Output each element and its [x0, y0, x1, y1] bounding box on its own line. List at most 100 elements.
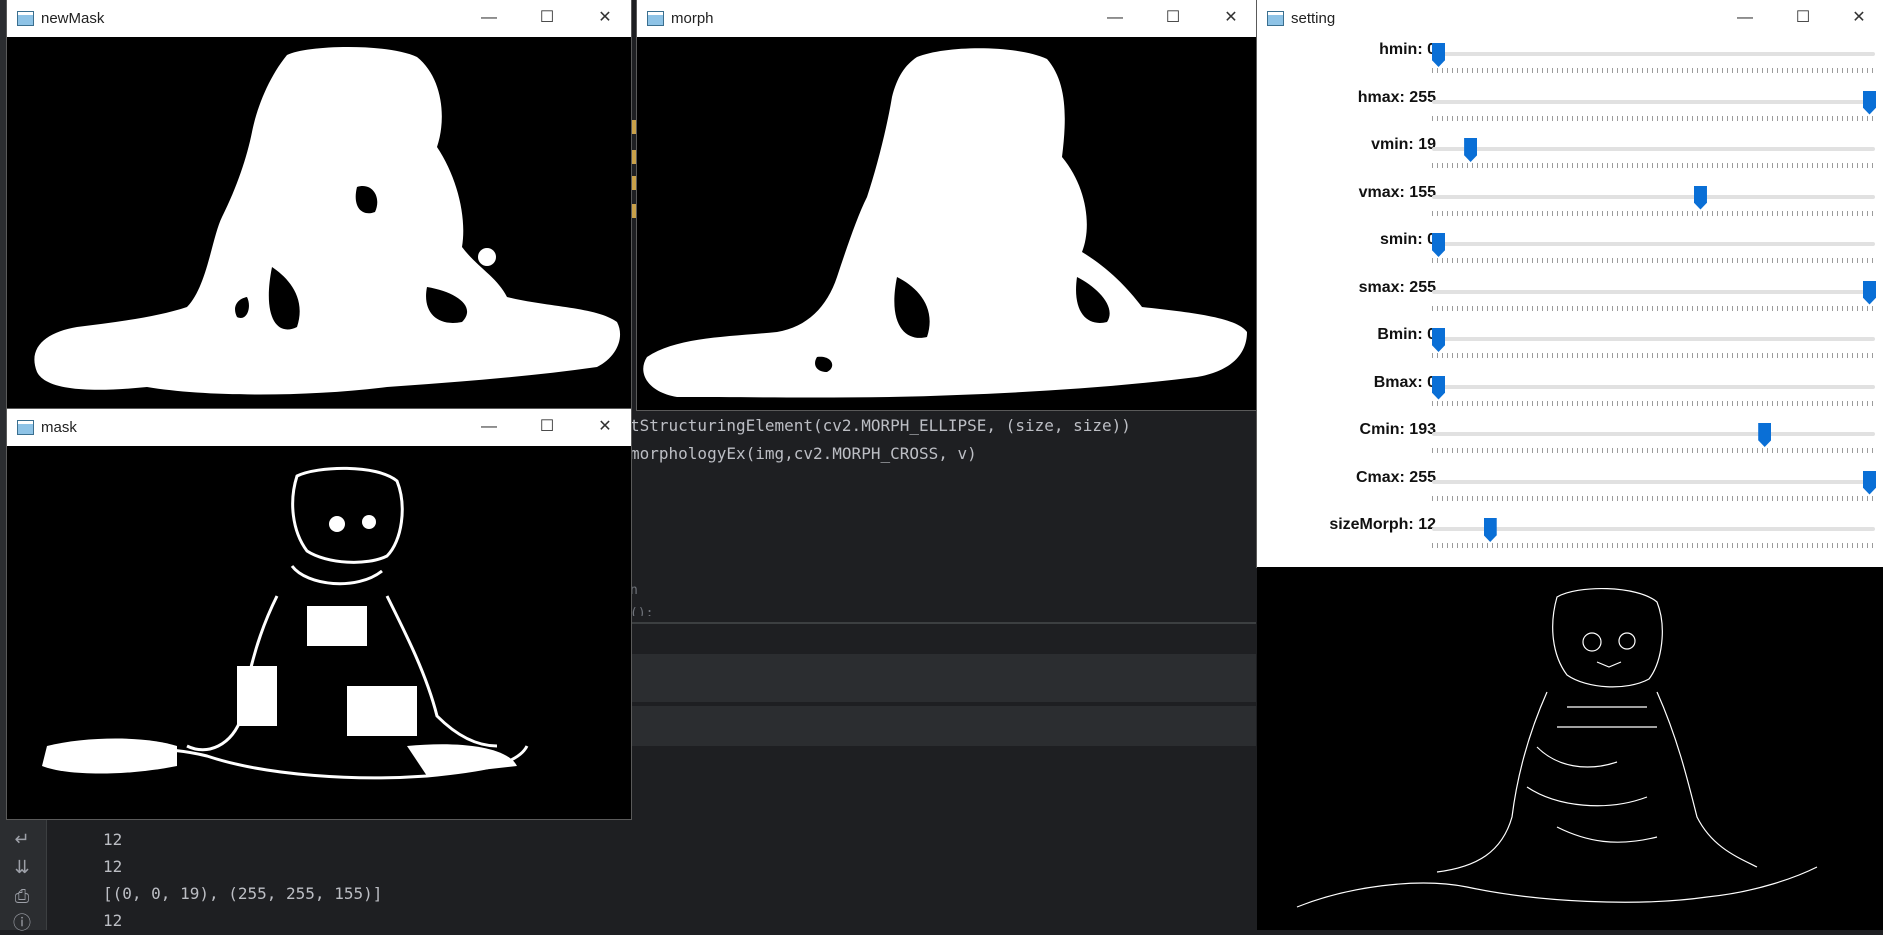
title-bar[interactable]: mask — ☐ ✕ — [7, 409, 631, 446]
app-icon — [17, 420, 34, 435]
title-bar[interactable]: newMask — ☐ ✕ — [7, 0, 631, 37]
trackbar-row: Cmax: 255 — [1257, 465, 1883, 512]
trackbar-label: hmax: 255 — [1357, 88, 1436, 106]
trackbar-row: Bmin: 0 — [1257, 322, 1883, 369]
window-title: newMask — [41, 10, 105, 27]
gutter-marker — [632, 176, 636, 190]
window-title: setting — [1291, 10, 1336, 27]
image-canvas — [7, 446, 631, 819]
trackbar-row: smax: 255 — [1257, 275, 1883, 322]
cat-morph-image — [643, 48, 1247, 398]
trackbar-thumb[interactable] — [1432, 233, 1445, 257]
trackbar-label: sizeMorph: 12 — [1329, 516, 1436, 533]
trackbar-thumb[interactable] — [1863, 90, 1876, 115]
print-icon[interactable]: ⎙ — [10, 885, 34, 907]
trackbar-label: vmin: 19 — [1371, 136, 1436, 153]
code-line[interactable]: tStructuringElement(cv2.MORPH_ELLIPSE, (… — [630, 416, 1131, 435]
code-line[interactable]: (): — [630, 606, 653, 616]
trackbar-ticks — [1432, 543, 1875, 548]
close-icon[interactable]: ✕ — [591, 6, 619, 30]
trackbar-row: vmax: 155 — [1257, 180, 1883, 227]
console-output-line: 12 — [103, 830, 123, 849]
trackbar-ticks — [1432, 305, 1875, 311]
trackbar-track[interactable] — [1432, 147, 1875, 151]
window-mask[interactable]: mask — ☐ ✕ — [7, 409, 631, 819]
trackbar-thumb[interactable] — [1693, 185, 1707, 210]
trackbar-track[interactable] — [1432, 384, 1875, 389]
window-setting[interactable]: setting — ☐ ✕ hmin: 0 hmax: 255 vmin: 19 vm… — [1257, 0, 1883, 567]
trackbar-thumb[interactable] — [1863, 470, 1876, 495]
trackbar-thumb[interactable] — [1432, 375, 1445, 400]
trackbar-ticks — [1432, 115, 1875, 121]
trackbar-panel: hmin: 0 hmax: 255 vmin: 19 vmax: 155 smin: 0… — [1257, 37, 1883, 567]
trackbar-thumb[interactable] — [1483, 518, 1497, 542]
trackbar-ticks — [1432, 163, 1875, 168]
maximize-icon[interactable]: ☐ — [1789, 6, 1817, 30]
image-canvas — [7, 37, 631, 410]
trackbar-track[interactable] — [1432, 194, 1875, 199]
trackbar-label: smin: 0 — [1379, 231, 1436, 248]
minimize-icon[interactable]: — — [475, 415, 503, 439]
image-canvas — [637, 37, 1257, 410]
window-morph[interactable]: morph — ☐ ✕ — [637, 0, 1257, 410]
trackbar-label: Cmax: 255 — [1355, 468, 1436, 486]
trackbar-track[interactable] — [1432, 527, 1875, 531]
trackbar-ticks — [1432, 258, 1875, 263]
trackbar-row: hmin: 0 — [1257, 37, 1883, 84]
app-icon — [17, 11, 34, 26]
cat-threshold-image — [42, 466, 529, 780]
trackbar-row: Cmin: 193 — [1257, 417, 1883, 464]
trackbar-label: Bmax: 0 — [1373, 373, 1436, 391]
info-icon[interactable]: ⓘ — [10, 912, 34, 934]
maximize-icon[interactable]: ☐ — [1159, 6, 1187, 30]
close-icon[interactable]: ✕ — [591, 415, 619, 439]
title-bar[interactable]: setting — ☐ ✕ — [1257, 0, 1883, 37]
wrap-icon[interactable]: ↵ — [10, 828, 34, 850]
cat-mask-image — [34, 47, 621, 395]
console-output-line: 12 — [103, 857, 123, 876]
trackbar-track[interactable] — [1432, 99, 1875, 104]
trackbar-thumb[interactable] — [1758, 423, 1772, 447]
trackbar-track[interactable] — [1432, 479, 1875, 484]
trackbar-track[interactable] — [1432, 242, 1875, 246]
window-newmask[interactable]: newMask — ☐ ✕ — [7, 0, 631, 410]
code-line[interactable]: n — [630, 583, 638, 598]
title-bar[interactable]: morph — ☐ ✕ — [637, 0, 1257, 37]
cat-edges-image — [1296, 587, 1818, 908]
gutter-marker — [632, 204, 636, 218]
close-icon[interactable]: ✕ — [1217, 6, 1245, 30]
trackbar-row: vmin: 19 — [1257, 132, 1883, 179]
close-icon[interactable]: ✕ — [1845, 6, 1873, 30]
minimize-icon[interactable]: — — [1101, 6, 1129, 30]
trackbar-track[interactable] — [1432, 52, 1875, 56]
trackbar-row: sizeMorph: 12 — [1257, 512, 1883, 559]
trackbar-row: Bmax: 0 — [1257, 370, 1883, 417]
gutter-marker — [632, 150, 636, 164]
gutter-marker — [632, 120, 636, 134]
trackbar-label: Bmin: 0 — [1377, 326, 1436, 343]
trackbar-thumb[interactable] — [1432, 43, 1445, 67]
trackbar-thumb[interactable] — [1464, 138, 1478, 162]
scroll-end-icon[interactable]: ⇊ — [10, 856, 34, 878]
trackbar-ticks — [1432, 210, 1875, 216]
console-output-line: 12 — [103, 911, 123, 930]
maximize-icon[interactable]: ☐ — [533, 415, 561, 439]
code-line[interactable]: morphologyEx(img,cv2.MORPH_CROSS, v) — [630, 444, 977, 463]
trackbar-row: hmax: 255 — [1257, 85, 1883, 132]
trackbar-ticks — [1432, 400, 1875, 406]
trackbar-thumb[interactable] — [1432, 328, 1445, 352]
trackbar-track[interactable] — [1432, 337, 1875, 341]
trackbar-ticks — [1432, 448, 1875, 453]
trackbar-label: smax: 255 — [1358, 278, 1436, 296]
trackbar-row: smin: 0 — [1257, 227, 1883, 274]
trackbar-track[interactable] — [1432, 432, 1875, 436]
app-icon — [647, 11, 664, 26]
minimize-icon[interactable]: — — [475, 6, 503, 30]
trackbar-ticks — [1432, 353, 1875, 358]
console-output-line: [(0, 0, 19), (255, 255, 155)] — [103, 884, 383, 903]
window-title: mask — [41, 419, 77, 436]
maximize-icon[interactable]: ☐ — [533, 6, 561, 30]
trackbar-thumb[interactable] — [1863, 280, 1876, 305]
trackbar-track[interactable] — [1432, 289, 1875, 294]
minimize-icon[interactable]: — — [1731, 6, 1759, 30]
